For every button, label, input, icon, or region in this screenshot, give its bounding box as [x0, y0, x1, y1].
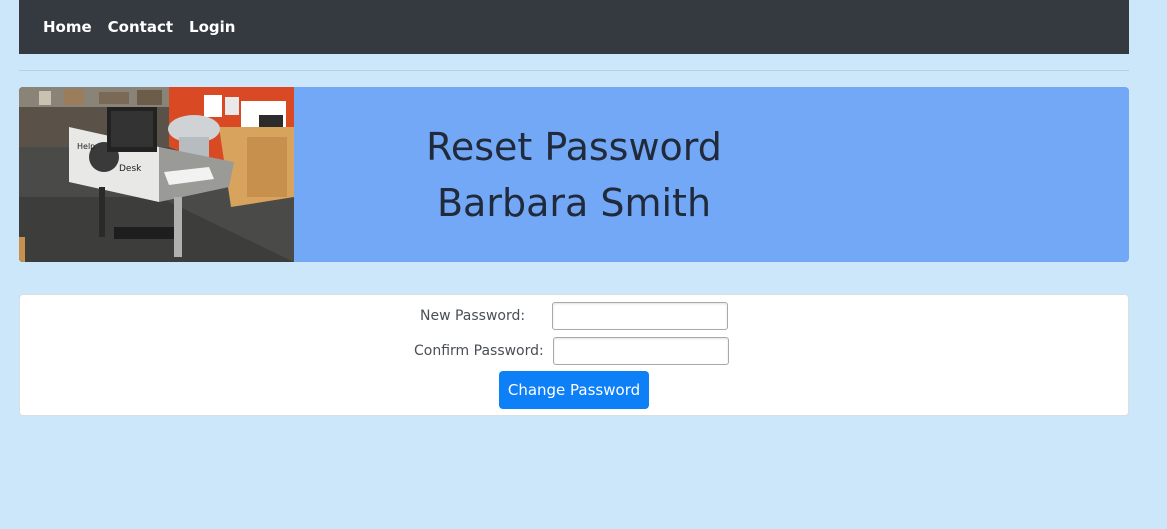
banner-title-block: Reset Password Barbara Smith [294, 87, 854, 262]
new-password-field[interactable] [552, 302, 728, 330]
nav-home-link[interactable]: Home [43, 18, 92, 36]
reset-password-banner: Help Desk Reset Password Barbara Smith [19, 87, 1129, 262]
svg-text:Help: Help [77, 142, 95, 151]
top-navbar: Home Contact Login [19, 0, 1129, 54]
new-password-label: New Password: [420, 308, 526, 324]
page-title: Reset Password [426, 124, 722, 169]
confirm-password-label: Confirm Password: [414, 343, 544, 359]
svg-text:Desk: Desk [119, 164, 142, 174]
user-name: Barbara Smith [436, 180, 712, 225]
header-divider [19, 70, 1129, 71]
reset-password-form: New Password: Confirm Password: Change P… [19, 294, 1129, 416]
help-desk-image: Help Desk [19, 87, 294, 262]
change-password-button[interactable]: Change Password [499, 371, 649, 409]
confirm-password-field[interactable] [553, 337, 729, 365]
nav-login-link[interactable]: Login [189, 18, 235, 36]
nav-contact-link[interactable]: Contact [108, 18, 173, 36]
